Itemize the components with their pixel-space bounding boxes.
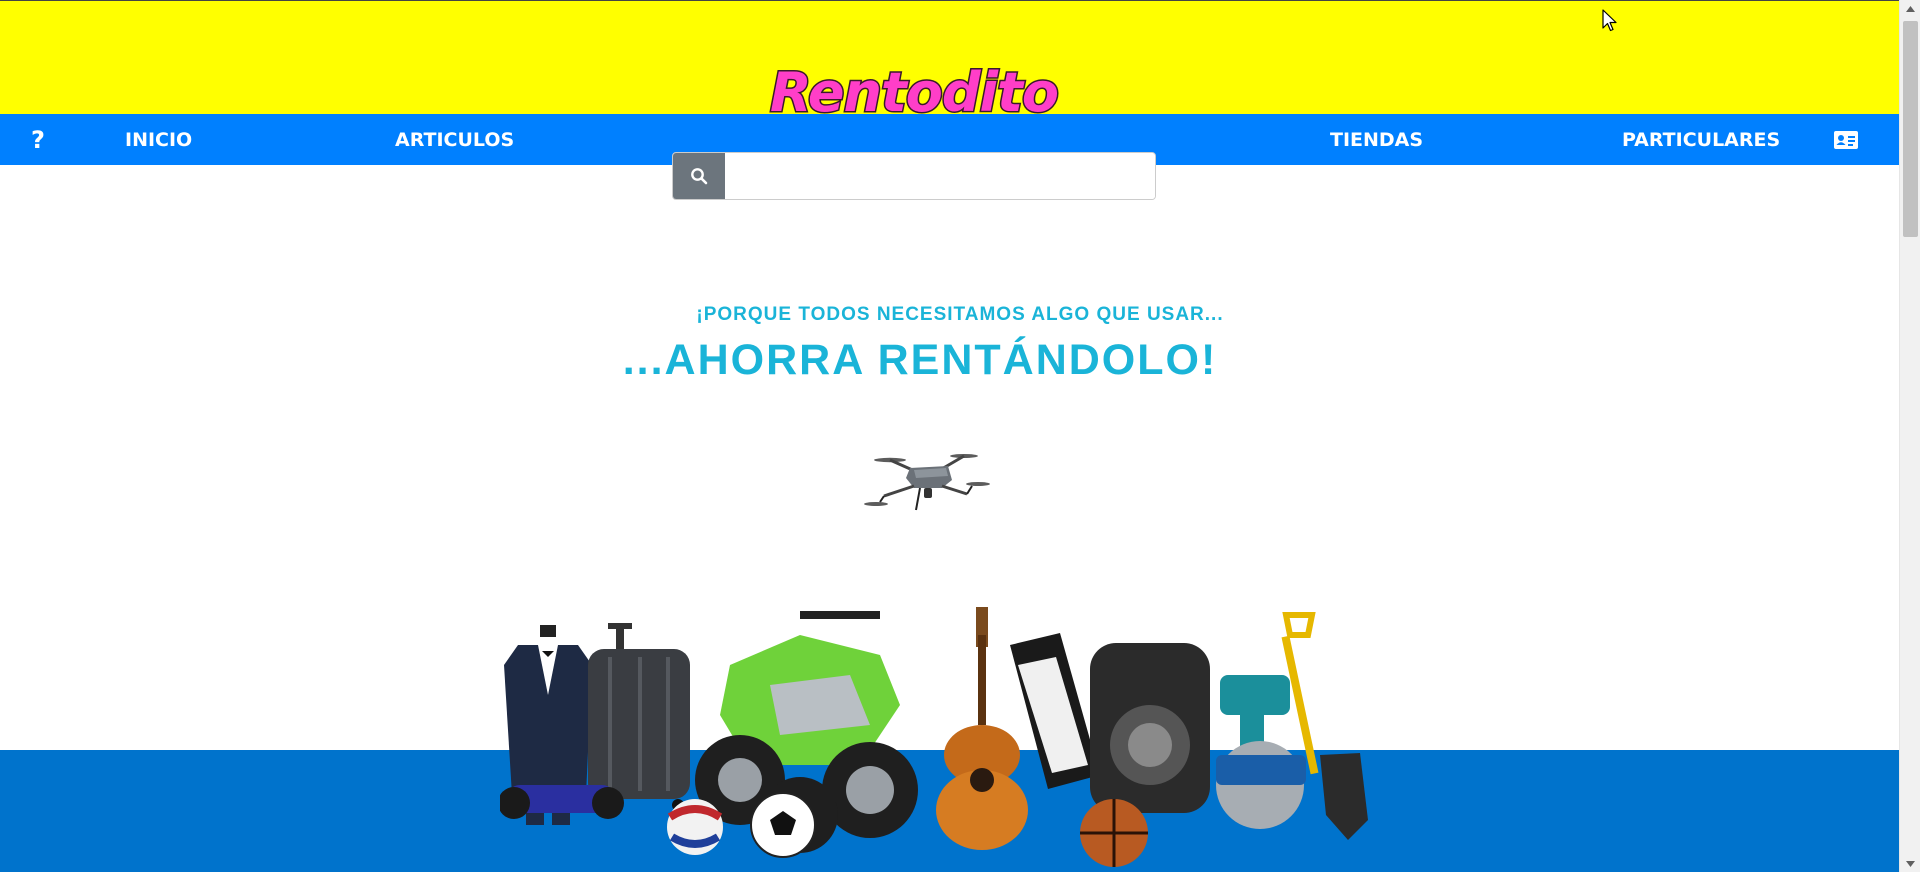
mouse-cursor-icon [1602, 9, 1617, 32]
address-card-icon[interactable] [1833, 114, 1859, 165]
scroll-up-arrow-icon[interactable] [1900, 0, 1920, 17]
search-button[interactable] [673, 153, 725, 199]
nav-item-tiendas[interactable]: TIENDAS [1330, 114, 1423, 165]
help-button[interactable]: ? [26, 114, 50, 165]
tagline-large: ...AHORRA RENTÁNDOLO! [622, 336, 1218, 384]
rental-products-image [500, 607, 1368, 867]
scrollbar-thumb[interactable] [1903, 21, 1918, 237]
tagline-small: ¡PORQUE TODOS NECESITAMOS ALGO QUE USAR.… [696, 304, 1224, 325]
drone-image [864, 454, 990, 511]
nav-item-inicio[interactable]: INICIO [125, 114, 192, 165]
logo-text: Rentodito [769, 59, 1061, 125]
rentodito-logo[interactable]: Rentodito [769, 59, 1061, 125]
nav-item-articulos[interactable]: ARTICULOS [395, 114, 514, 165]
nav-item-particulares[interactable]: PARTICULARES [1622, 114, 1780, 165]
vertical-scrollbar[interactable] [1899, 0, 1920, 872]
page: ? INICIO ARTICULOS TIENDAS PARTICULARES … [0, 0, 1899, 872]
search-input[interactable] [725, 153, 1155, 199]
search-icon [691, 168, 708, 185]
search-bar [672, 152, 1156, 200]
scroll-down-arrow-icon[interactable] [1900, 855, 1920, 872]
